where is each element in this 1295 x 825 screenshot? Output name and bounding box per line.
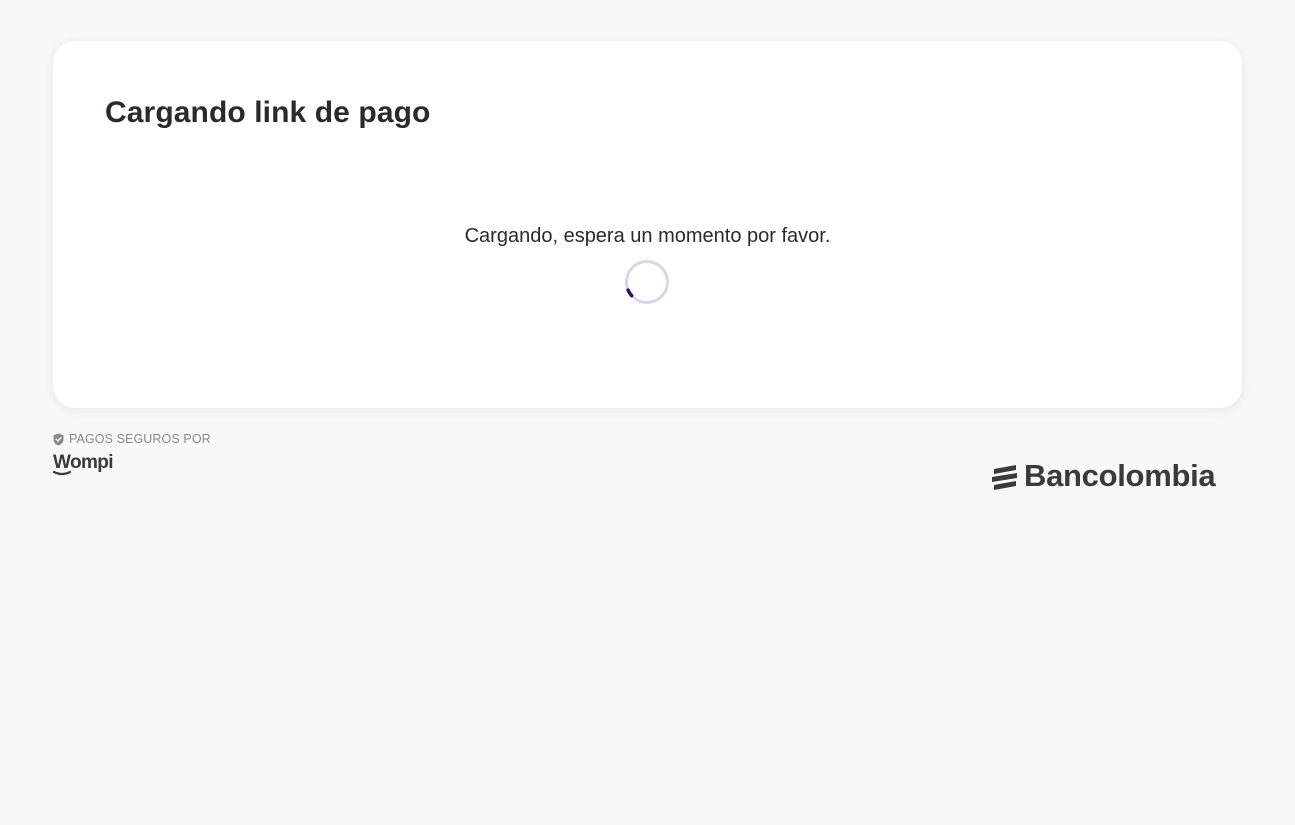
bancolombia-logo: Bancolombia [990,458,1216,494]
loading-spinner-icon [625,260,669,304]
wompi-logo-text: Wompi [53,452,113,473]
loading-message: Cargando, espera un momento por favor. [464,225,831,247]
shield-check-icon [53,433,64,445]
secure-payments-row: PAGOS SEGUROS POR [53,431,211,447]
bancolombia-mark-icon [992,465,1017,490]
secure-payments-badge: PAGOS SEGUROS POR Wompi [53,431,211,476]
payment-link-card: Cargando link de pago Cargando, espera u… [53,41,1242,408]
secure-payments-label: PAGOS SEGUROS POR [69,432,211,446]
page-title: Cargando link de pago [105,96,431,129]
wompi-logo: Wompi [53,452,114,476]
bancolombia-logo-text: Bancolombia [1024,458,1216,493]
